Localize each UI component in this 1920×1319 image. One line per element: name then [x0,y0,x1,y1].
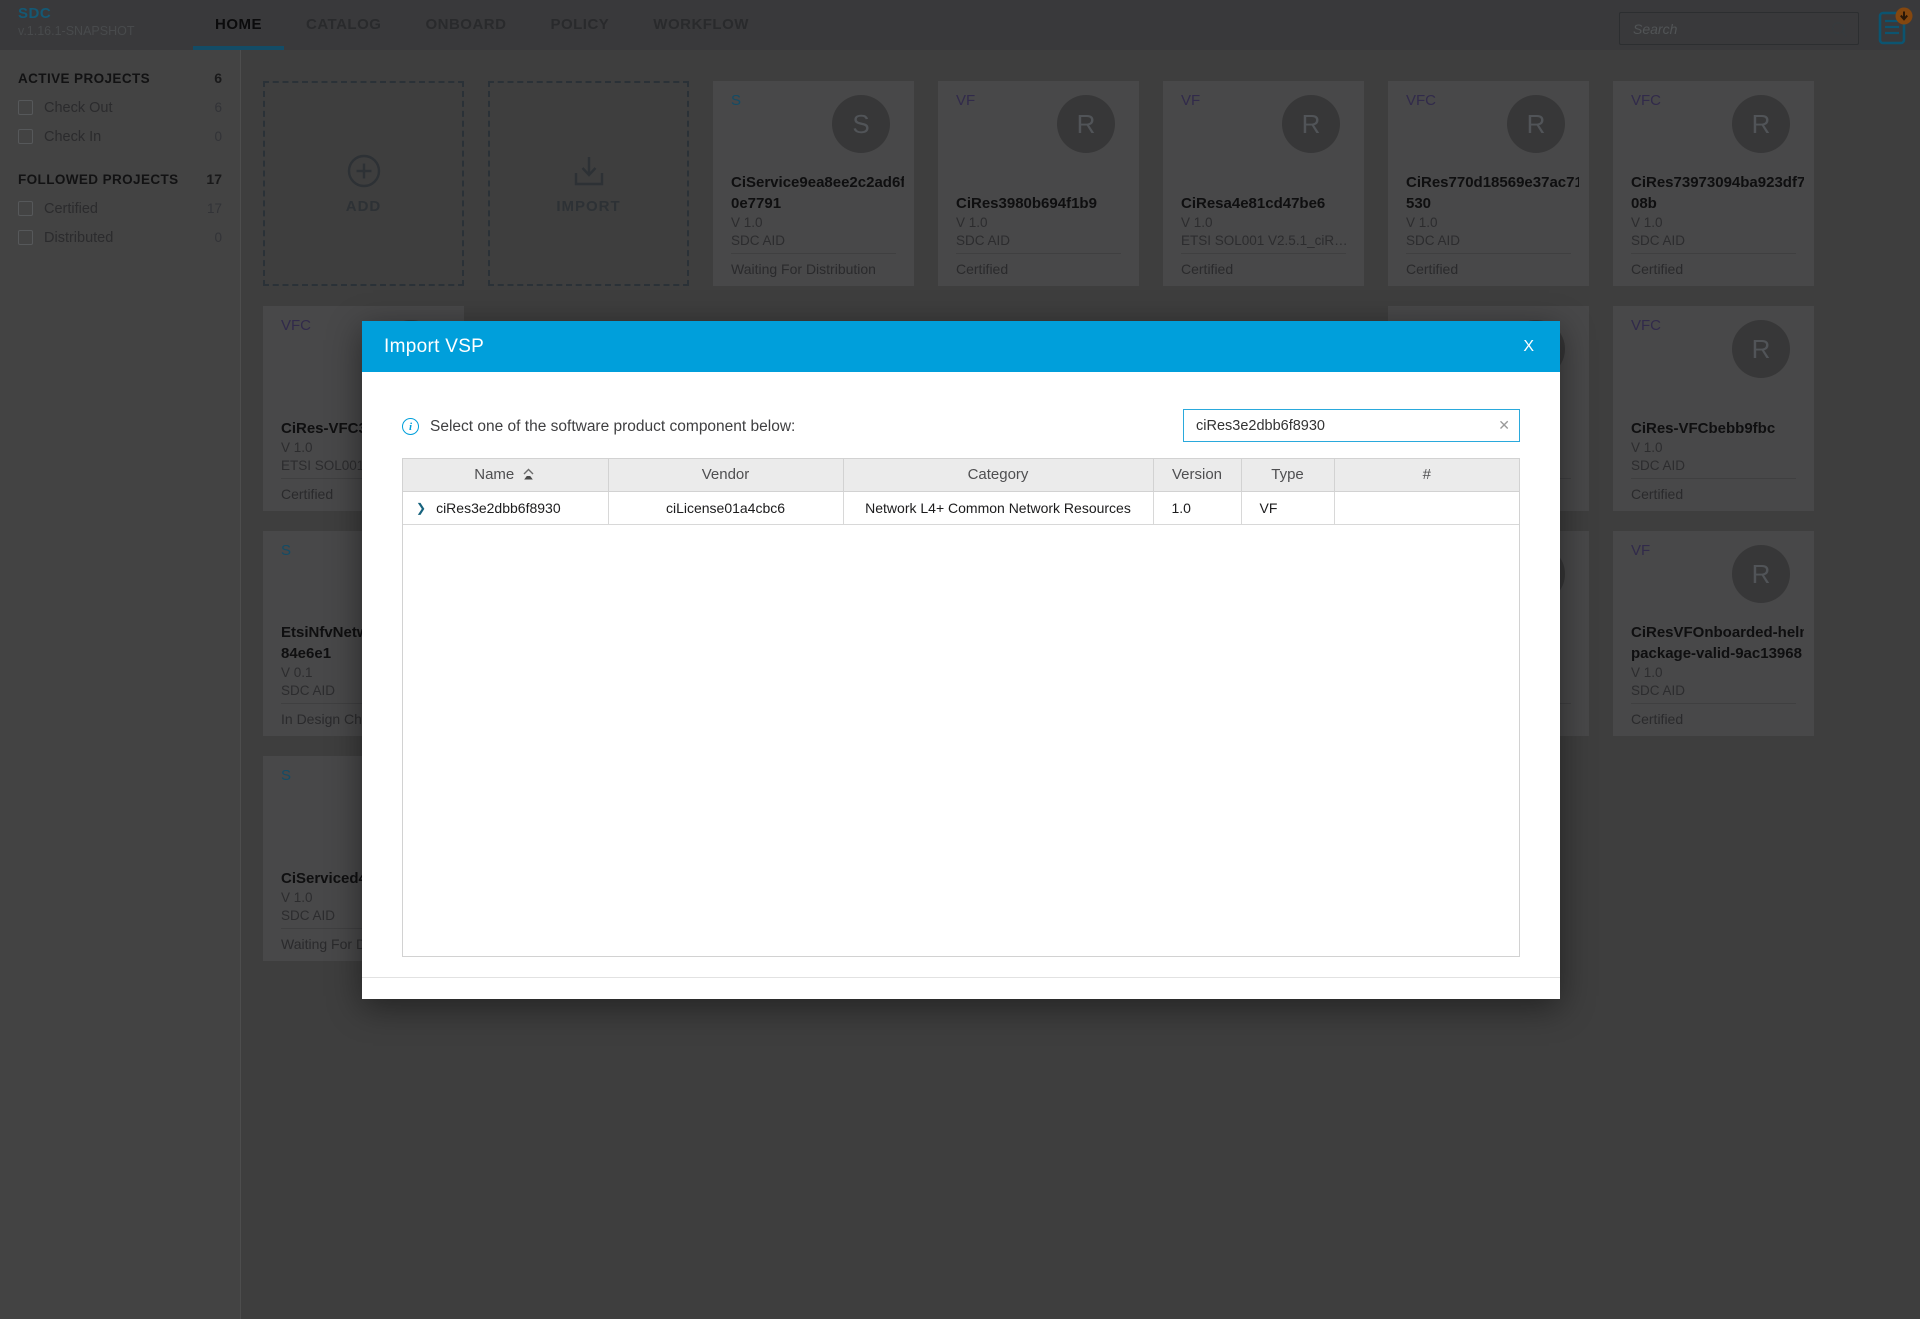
column-header-category[interactable]: Category [843,459,1154,492]
vsp-type: VF [1241,491,1335,525]
column-header-version[interactable]: Version [1153,459,1242,492]
column-header-type[interactable]: Type [1241,459,1335,492]
info-icon: i [402,418,419,435]
vsp-category: Network L4+ Common Network Resources [843,491,1154,525]
vsp-search: ✕ [1183,409,1520,442]
column-header-name[interactable]: Name [403,459,609,492]
modal-body: i Select one of the software product com… [362,372,1560,957]
modal-header: Import VSP X [362,321,1560,372]
vsp-table: Name Vendor Category Version Type # ❯ ci… [402,458,1520,957]
clear-search-icon[interactable]: ✕ [1498,417,1510,434]
vsp-name: ciRes3e2dbb6f8930 [436,499,561,516]
sort-ascending-icon [523,468,534,480]
vsp-search-input[interactable] [1184,410,1519,441]
vsp-vendor: ciLicense01a4cbc6 [608,491,844,525]
column-header-vendor[interactable]: Vendor [608,459,844,492]
column-header-hash[interactable]: # [1334,459,1519,492]
vsp-version: 1.0 [1153,491,1242,525]
vsp-table-row[interactable]: ❯ ciRes3e2dbb6f8930 ciLicense01a4cbc6 Ne… [403,491,1519,525]
select-instruction: Select one of the software product compo… [430,417,796,435]
modal-title: Import VSP [384,335,485,357]
vsp-hash [1334,491,1519,525]
import-vsp-modal: Import VSP X i Select one of the softwar… [362,321,1560,999]
close-icon[interactable]: X [1519,335,1538,359]
expand-chevron-icon[interactable]: ❯ [416,501,426,515]
table-header-row: Name Vendor Category Version Type # [403,459,1519,492]
modal-footer [362,977,1560,999]
